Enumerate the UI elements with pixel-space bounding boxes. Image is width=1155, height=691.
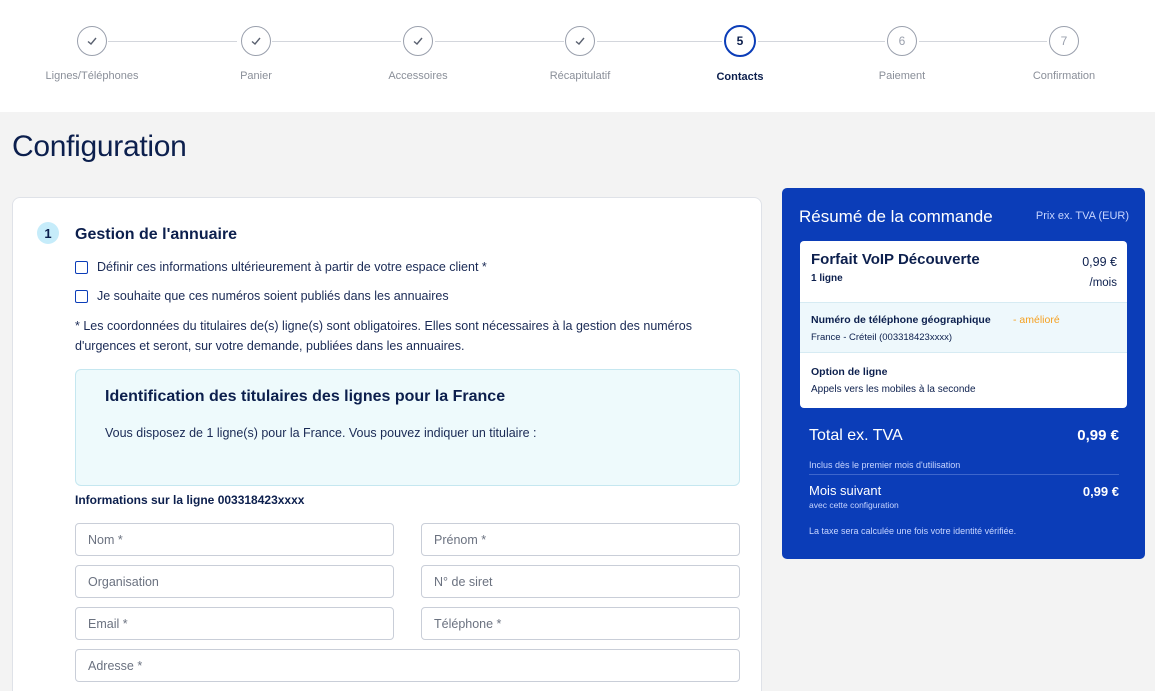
step-panier[interactable]: Panier bbox=[196, 26, 316, 82]
publish-label: Je souhaite que ces numéros soient publi… bbox=[97, 289, 449, 303]
option-sub: Appels vers les mobiles à la seconde bbox=[811, 384, 976, 395]
define-later-label: Définir ces informations ultérieurement … bbox=[97, 260, 487, 274]
step-accessoires[interactable]: Accessoires bbox=[358, 26, 478, 82]
step-contacts: 5 Contacts bbox=[680, 25, 800, 83]
plan-name: Forfait VoIP Découverte bbox=[811, 251, 980, 268]
step-label: Contacts bbox=[716, 71, 764, 83]
included-note: Inclus dès le premier mois d'utilisation bbox=[809, 460, 961, 470]
step-label: Accessoires bbox=[388, 70, 448, 82]
next-month-sub: avec cette configuration bbox=[809, 500, 899, 510]
prenom-field[interactable]: Prénom * bbox=[421, 523, 740, 556]
order-summary: Résumé de la commande Prix ex. TVA (EUR)… bbox=[782, 188, 1145, 559]
number-badge: - amélioré bbox=[1013, 314, 1060, 326]
step-label: Récapitulatif bbox=[549, 70, 611, 82]
step-number: 7 bbox=[1049, 26, 1079, 56]
step-number: 6 bbox=[887, 26, 917, 56]
define-later-checkbox-row[interactable]: Définir ces informations ultérieurement … bbox=[75, 260, 487, 274]
adresse-field[interactable]: Adresse * bbox=[75, 649, 740, 682]
define-later-checkbox[interactable] bbox=[75, 260, 88, 274]
plan-lines: 1 ligne bbox=[811, 273, 843, 284]
summary-title: Résumé de la commande bbox=[799, 207, 993, 226]
section-title: Gestion de l'annuaire bbox=[75, 226, 238, 243]
tax-note: La taxe sera calculée une fois votre ide… bbox=[809, 526, 1017, 536]
mandatory-note: * Les coordonnées du titulaires de(s) li… bbox=[75, 319, 692, 353]
identification-description: Vous disposez de 1 ligne(s) pour la Fran… bbox=[105, 426, 537, 440]
telephone-field[interactable]: Téléphone * bbox=[421, 607, 740, 640]
identification-box: Identification des titulaires des lignes… bbox=[75, 369, 740, 486]
check-icon bbox=[77, 26, 107, 56]
identification-title: Identification des titulaires des lignes… bbox=[105, 388, 506, 405]
page-title: Configuration bbox=[12, 130, 187, 163]
step-label: Panier bbox=[240, 70, 272, 82]
step-label: Confirmation bbox=[1032, 70, 1096, 82]
total-label: Total ex. TVA bbox=[809, 427, 903, 444]
summary-items: Forfait VoIP Découverte 1 ligne 0,99 € /… bbox=[800, 241, 1127, 408]
price-note: Prix ex. TVA (EUR) bbox=[1035, 210, 1129, 222]
step-number: 5 bbox=[724, 25, 756, 57]
organisation-field[interactable]: Organisation bbox=[75, 565, 394, 598]
line-info-heading: Informations sur la ligne 003318423xxxx bbox=[75, 493, 305, 507]
number-block: Numéro de téléphone géographique - améli… bbox=[800, 302, 1127, 353]
check-icon bbox=[403, 26, 433, 56]
plan-price: 0,99 € bbox=[1082, 255, 1117, 269]
nom-field[interactable]: Nom * bbox=[75, 523, 394, 556]
check-icon bbox=[565, 26, 595, 56]
next-month-label: Mois suivant bbox=[809, 483, 882, 498]
step-paiement: 6 Paiement bbox=[842, 26, 962, 82]
option-label: Option de ligne bbox=[811, 366, 888, 378]
plan-period: /mois bbox=[1089, 277, 1117, 289]
email-field[interactable]: Email * bbox=[75, 607, 394, 640]
section-number-badge: 1 bbox=[37, 222, 59, 244]
checkout-stepper: Lignes/Téléphones Panier Accessoires Réc… bbox=[0, 0, 1155, 112]
step-lignes-telephones[interactable]: Lignes/Téléphones bbox=[32, 26, 152, 82]
check-icon bbox=[241, 26, 271, 56]
summary-divider bbox=[809, 474, 1119, 475]
number-sub: France - Créteil (003318423xxxx) bbox=[811, 332, 952, 343]
step-recapitulatif[interactable]: Récapitulatif bbox=[520, 26, 640, 82]
step-label: Lignes/Téléphones bbox=[45, 70, 139, 82]
step-label: Paiement bbox=[878, 70, 926, 82]
number-label: Numéro de téléphone géographique bbox=[811, 314, 991, 326]
total-value: 0,99 € bbox=[1077, 427, 1119, 444]
directory-card: 1 Gestion de l'annuaire Définir ces info… bbox=[12, 197, 762, 691]
step-confirmation: 7 Confirmation bbox=[1004, 26, 1124, 82]
publish-checkbox-row[interactable]: Je souhaite que ces numéros soient publi… bbox=[75, 289, 449, 303]
publish-checkbox[interactable] bbox=[75, 289, 88, 303]
next-month-value: 0,99 € bbox=[1082, 484, 1119, 499]
siret-field[interactable]: N° de siret bbox=[421, 565, 740, 598]
